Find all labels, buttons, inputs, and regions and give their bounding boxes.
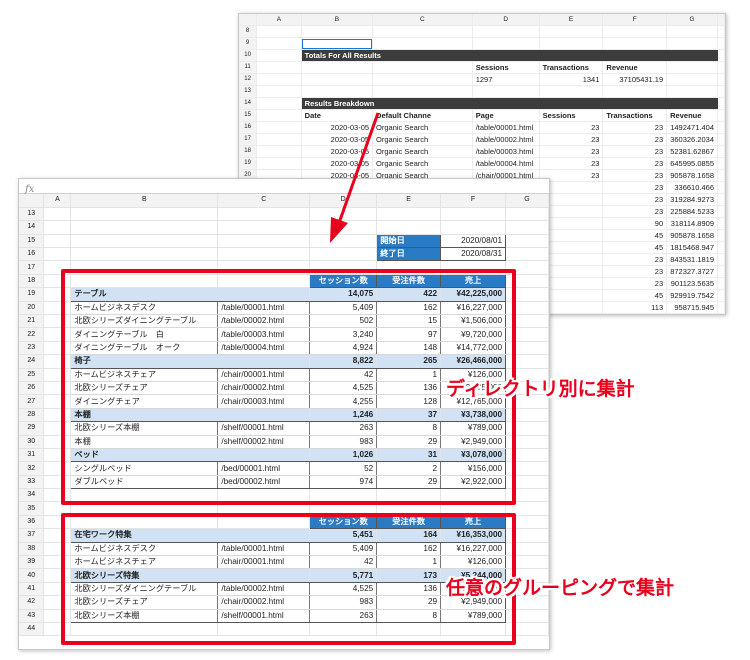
callout-directory: ディレクトリ別に集計 <box>446 379 635 400</box>
callout-grouping: 任意のグルーピングで集計 <box>446 578 675 599</box>
arrow-icon <box>330 112 380 243</box>
